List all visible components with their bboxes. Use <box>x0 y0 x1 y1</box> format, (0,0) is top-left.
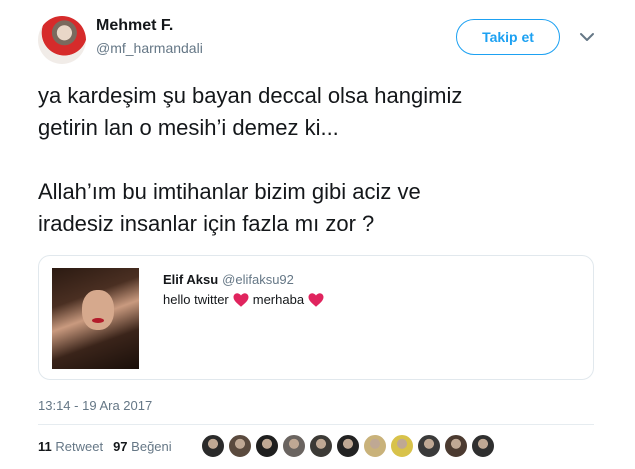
liker-avatar[interactable] <box>390 434 414 458</box>
author-handle[interactable]: @mf_harmandali <box>96 38 203 58</box>
divider <box>38 424 594 425</box>
like-label: Beğeni <box>131 439 172 454</box>
author-name[interactable]: Mehmet F. <box>96 16 203 36</box>
quoted-author-handle: @elifaksu92 <box>222 272 294 287</box>
follow-button[interactable]: Takip et <box>456 19 560 55</box>
tweet-paragraph: ya kardeşim şu bayan deccal olsa hangimi… <box>38 83 463 140</box>
liker-avatar[interactable] <box>255 434 279 458</box>
liker-avatar[interactable] <box>282 434 306 458</box>
liker-avatar[interactable] <box>228 434 252 458</box>
tweet-timestamp[interactable]: 13:14 - 19 Ara 2017 <box>38 398 152 413</box>
liker-avatars <box>201 434 495 458</box>
liker-avatar[interactable] <box>363 434 387 458</box>
quoted-author-name: Elif Aksu <box>163 272 219 287</box>
liker-avatar[interactable] <box>309 434 333 458</box>
quoted-tweet[interactable]: Elif Aksu @elifaksu92 hello twitter merha… <box>38 255 594 380</box>
liker-avatar[interactable] <box>471 434 495 458</box>
quoted-tweet-header: Elif Aksu @elifaksu92 <box>163 272 294 288</box>
like-count: 97 <box>113 439 128 454</box>
quoted-tweet-image[interactable] <box>52 268 139 369</box>
tweet-paragraph: Allah’ım bu imtihanlar bizim gibi aciz v… <box>38 179 421 236</box>
heart-icon <box>233 293 249 307</box>
tweet-text: ya kardeşim şu bayan deccal olsa hangimi… <box>38 80 598 240</box>
quoted-text-part: hello twitter <box>163 292 229 307</box>
liker-avatar[interactable] <box>417 434 441 458</box>
liker-avatar[interactable] <box>444 434 468 458</box>
author-avatar[interactable] <box>38 16 86 64</box>
tweet-stats: 11 Retweet 97 Beğeni <box>38 439 172 454</box>
heart-icon <box>308 293 324 307</box>
retweet-label: Retweet <box>55 439 104 454</box>
quoted-text-part: merhaba <box>252 292 305 307</box>
liker-avatar[interactable] <box>201 434 225 458</box>
like-stat[interactable]: 97 Beğeni <box>113 439 172 454</box>
retweet-stat[interactable]: 11 Retweet <box>38 439 103 454</box>
retweet-count: 11 <box>38 439 52 454</box>
chevron-down-icon[interactable] <box>578 28 596 46</box>
author-block: Mehmet F. @mf_harmandali <box>96 16 203 58</box>
liker-avatar[interactable] <box>336 434 360 458</box>
quoted-tweet-text: hello twitter merhaba <box>163 290 325 310</box>
